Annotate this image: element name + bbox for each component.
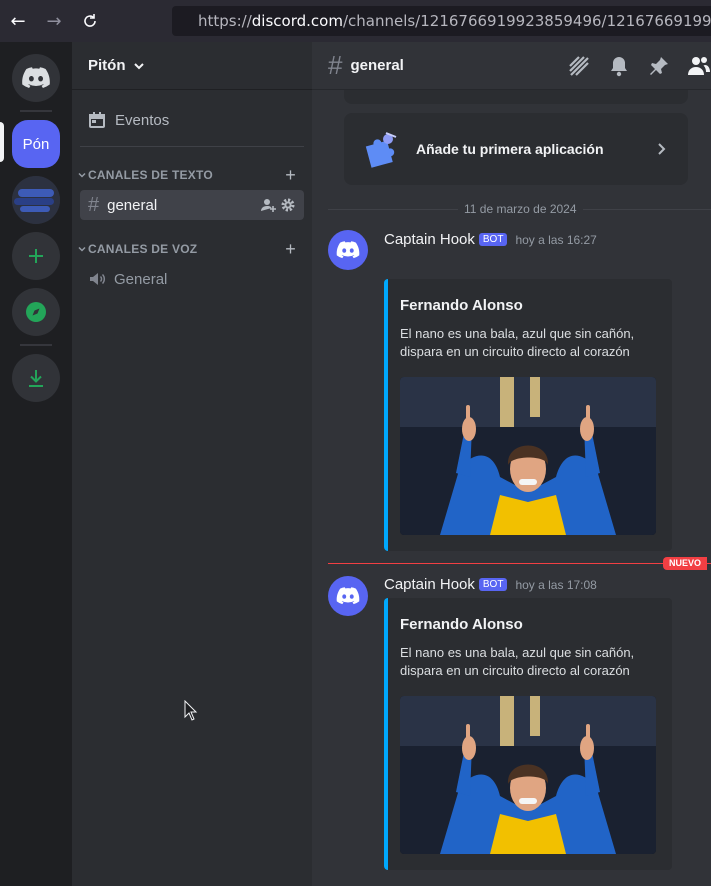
category-label: CANALES DE VOZ (88, 242, 198, 256)
events-item[interactable]: Eventos (80, 104, 304, 136)
category-label: CANALES DE TEXTO (88, 168, 213, 182)
server-list-separator (20, 110, 52, 112)
channel-title: general (350, 57, 404, 74)
date-divider-label: 11 de marzo de 2024 (458, 202, 583, 216)
server-list-separator (20, 344, 52, 346)
app-puzzle-icon (365, 132, 397, 168)
speaker-icon (90, 273, 105, 285)
category-voice-channels[interactable]: CANALES DE VOZ + (76, 237, 308, 261)
embed-title: Fernando Alonso (400, 616, 523, 633)
channel-label: general (107, 196, 158, 214)
discord-logo-icon (336, 587, 360, 605)
events-label: Eventos (115, 111, 170, 129)
chevron-right-icon (658, 143, 666, 155)
message-header: Captain Hook BOT hoy a las 16:27 (384, 231, 597, 248)
timestamp: hoy a las 17:08 (515, 577, 597, 592)
channel-item-general[interactable]: # general (80, 190, 304, 220)
bell-icon (611, 57, 627, 77)
message-embed: Fernando Alonso El nano es una bala, azu… (384, 279, 672, 551)
pin-icon (650, 57, 668, 75)
chevron-down-icon (78, 172, 86, 178)
mouse-cursor-icon (184, 700, 198, 721)
create-channel-button[interactable]: + (285, 165, 296, 186)
discord-logo-icon (336, 241, 360, 259)
invite-user-icon[interactable] (260, 197, 276, 213)
reload-button[interactable] (72, 0, 108, 42)
bot-badge: BOT (478, 578, 508, 591)
chat-area: # general Añade tu primera aplicación 11… (312, 42, 711, 886)
calendar-icon (89, 112, 105, 128)
channel-header: # general (312, 42, 711, 90)
chevron-down-icon (78, 246, 86, 252)
url-text: https://discord.com/channels/12167669199… (198, 12, 711, 30)
members-icon (688, 57, 710, 75)
add-server-button[interactable] (12, 232, 60, 280)
message-embed: Fernando Alonso El nano es una bala, azu… (384, 598, 672, 870)
gear-icon[interactable] (280, 197, 296, 213)
selected-server-indicator (0, 122, 4, 162)
server-list: Pón (0, 42, 72, 886)
plus-icon (29, 249, 43, 263)
server-abbrev: Pón (22, 135, 50, 153)
channel-item-voice-general[interactable]: General (80, 264, 304, 294)
server-icon-pon[interactable]: Pón (12, 120, 60, 168)
avatar[interactable] (328, 576, 368, 616)
download-icon (29, 370, 43, 387)
add-first-app-label: Añade tu primera aplicación (416, 141, 604, 157)
create-channel-button[interactable]: + (285, 239, 296, 260)
home-button[interactable] (12, 54, 60, 102)
member-list-button[interactable] (687, 54, 711, 78)
category-text-channels[interactable]: CANALES DE TEXTO + (76, 163, 308, 187)
fernando-alonso-photo (400, 696, 656, 854)
embed-image[interactable] (400, 696, 656, 854)
chevron-down-icon (133, 62, 144, 69)
reload-icon (84, 14, 96, 27)
notifications-button[interactable] (607, 54, 631, 78)
embed-description: El nano es una bala, azul que sin cañón,… (400, 326, 635, 359)
url-bar[interactable]: https://discord.com/channels/12167669199… (172, 6, 711, 36)
embed-image[interactable] (400, 377, 656, 535)
threads-icon (569, 56, 589, 76)
pinned-button[interactable] (647, 54, 671, 78)
back-button[interactable]: ← (0, 0, 36, 42)
avatar[interactable] (328, 230, 368, 270)
header-toolbar (567, 42, 711, 90)
channel-label: General (114, 270, 168, 288)
embed-title: Fernando Alonso (400, 297, 523, 314)
forward-button[interactable]: → (36, 0, 72, 42)
message-header: Captain Hook BOT hoy a las 17:08 (384, 576, 597, 593)
bot-badge: BOT (478, 233, 508, 246)
explore-servers-button[interactable] (12, 288, 60, 336)
hashtag-icon: # (328, 50, 343, 80)
new-messages-divider (328, 563, 711, 564)
url-prefix: https:// (198, 12, 252, 30)
server-icon-other[interactable] (12, 176, 60, 224)
new-messages-badge: NUEVO (662, 557, 707, 570)
embed-description: El nano es una bala, azul que sin cañón,… (400, 645, 635, 678)
add-first-app-card[interactable]: Añade tu primera aplicación (344, 113, 688, 185)
url-domain: discord.com (251, 12, 343, 30)
compass-icon (26, 302, 46, 322)
server-name: Pitón (88, 57, 126, 74)
sidebar-divider (80, 146, 304, 147)
welcome-card-bottom (344, 90, 688, 104)
browser-toolbar: ← → https://discord.com/channels/1216766… (0, 0, 711, 42)
hashtag-icon: # (88, 193, 100, 216)
channel-sidebar: Pitón Eventos CANALES DE TEXTO + # gener… (72, 42, 312, 886)
fernando-alonso-photo (400, 377, 656, 535)
download-apps-button[interactable] (12, 354, 60, 402)
threads-button[interactable] (567, 54, 591, 78)
username[interactable]: Captain Hook (384, 576, 475, 593)
server-header[interactable]: Pitón (72, 42, 312, 90)
url-path: /channels/1216766919923859496/1216766919… (342, 12, 711, 30)
timestamp: hoy a las 16:27 (515, 232, 597, 247)
server-logo-icon (12, 176, 60, 224)
discord-logo-icon (22, 67, 50, 88)
username[interactable]: Captain Hook (384, 231, 475, 248)
